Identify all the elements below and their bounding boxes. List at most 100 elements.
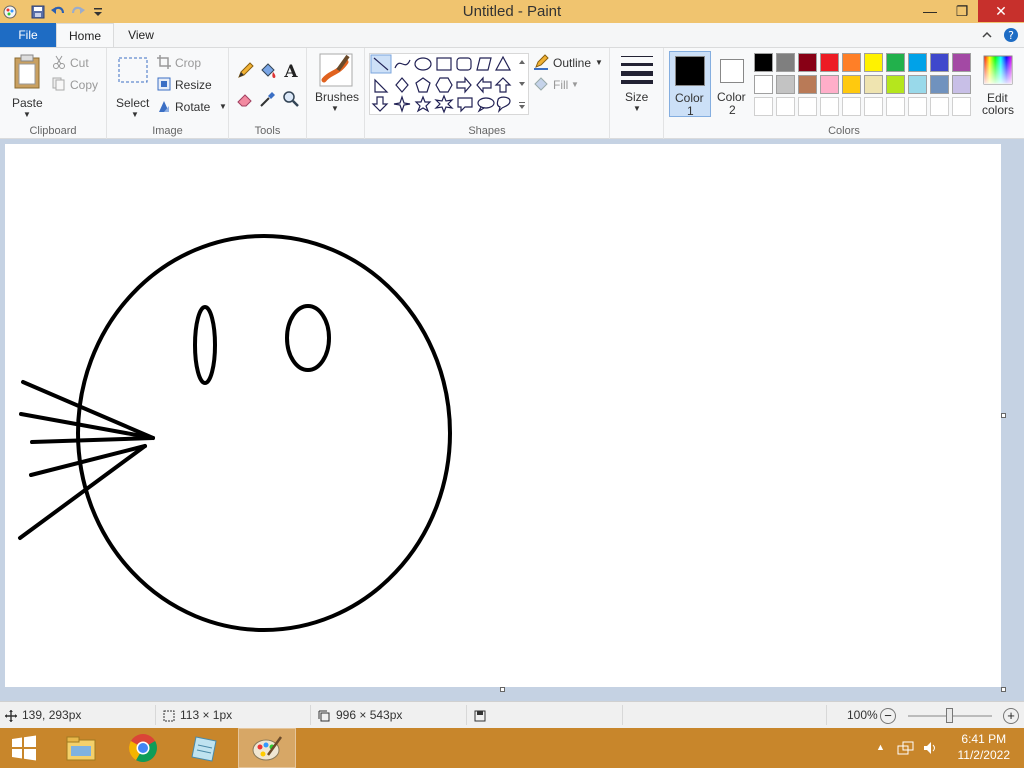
palette-color-swatch[interactable]: [798, 75, 817, 94]
palette-color-swatch[interactable]: [754, 75, 773, 94]
resize-handle-right[interactable]: [1001, 413, 1006, 418]
show-hidden-icons-icon[interactable]: ▲: [876, 742, 885, 752]
custom-color-slot[interactable]: [908, 97, 927, 116]
color2-swatch: [720, 59, 744, 83]
start-button[interactable]: [0, 728, 48, 768]
palette-color-swatch[interactable]: [864, 75, 883, 94]
palette-color-swatch[interactable]: [842, 53, 861, 72]
rotate-dropdown-icon: ▼: [219, 102, 227, 111]
resize-handle-corner[interactable]: [1001, 687, 1006, 692]
fill-bucket-icon[interactable]: [259, 62, 277, 80]
volume-icon[interactable]: [922, 740, 938, 756]
palette-color-swatch[interactable]: [886, 75, 905, 94]
minimize-ribbon-icon[interactable]: [978, 26, 996, 44]
text-tool-icon[interactable]: A: [282, 62, 300, 82]
clipboard-group: Paste ▼ Cut Copy Clipboard: [0, 48, 107, 140]
brushes-dropdown-icon: ▼: [331, 104, 339, 113]
custom-color-slot[interactable]: [754, 97, 773, 116]
drawing-canvas[interactable]: [5, 144, 1001, 687]
palette-color-swatch[interactable]: [776, 75, 795, 94]
minimize-button[interactable]: —: [914, 0, 946, 22]
color1-button[interactable]: Color 1: [669, 51, 711, 118]
palette-color-swatch[interactable]: [908, 75, 927, 94]
tools-group: A Tools: [229, 48, 307, 140]
custom-color-slot[interactable]: [886, 97, 905, 116]
outline-button[interactable]: Outline ▼: [533, 54, 605, 72]
crop-button[interactable]: Crop: [157, 54, 227, 72]
help-icon[interactable]: ?: [1002, 26, 1020, 44]
zoom-out-button[interactable]: −: [880, 708, 896, 724]
paste-button[interactable]: Paste ▼: [10, 54, 44, 119]
cut-button[interactable]: Cut: [52, 54, 102, 72]
paint-app-icon[interactable]: [0, 2, 20, 22]
tab-view[interactable]: View: [114, 23, 168, 47]
file-explorer-icon: [66, 736, 96, 761]
custom-color-slot[interactable]: [952, 97, 971, 116]
select-label: Select: [116, 96, 150, 110]
resize-button[interactable]: Resize: [157, 76, 227, 94]
ribbon: Paste ▼ Cut Copy Clipboard Select ▼ Crop…: [0, 47, 1024, 140]
palette-color-swatch[interactable]: [952, 75, 971, 94]
copy-button[interactable]: Copy: [52, 76, 102, 94]
custom-color-slot[interactable]: [820, 97, 839, 116]
palette-color-swatch[interactable]: [820, 75, 839, 94]
brushes-group[interactable]: Brushes ▼: [307, 48, 365, 140]
fill-button[interactable]: Fill ▼: [533, 76, 605, 94]
zoom-in-button[interactable]: +: [1003, 708, 1019, 724]
palette-color-swatch[interactable]: [930, 75, 949, 94]
taskbar-clock[interactable]: 6:41 PM 11/2/2022: [958, 731, 1011, 763]
ribbon-tabs: File Home View ?: [0, 23, 1024, 48]
palette-color-swatch[interactable]: [754, 53, 773, 72]
outline-label: Outline: [553, 56, 592, 70]
cursor-position-icon: [5, 710, 17, 722]
taskbar-file-explorer[interactable]: [52, 728, 110, 768]
eraser-icon[interactable]: [236, 90, 254, 108]
tab-file[interactable]: File: [0, 23, 56, 47]
palette-color-swatch[interactable]: [952, 53, 971, 72]
palette-color-swatch[interactable]: [820, 53, 839, 72]
select-button[interactable]: Select ▼: [115, 54, 157, 119]
paint-icon: [252, 736, 282, 761]
palette-color-swatch[interactable]: [842, 75, 861, 94]
brushes-label: Brushes: [315, 90, 360, 104]
rotate-button[interactable]: Rotate ▼: [157, 98, 227, 116]
custom-color-slot[interactable]: [798, 97, 817, 116]
undo-icon[interactable]: [48, 2, 68, 22]
magnifier-icon[interactable]: [282, 90, 300, 108]
svg-text:?: ?: [1008, 29, 1014, 42]
palette-color-swatch[interactable]: [930, 53, 949, 72]
resize-handle-bottom[interactable]: [500, 687, 505, 692]
edit-colors-button[interactable]: Edit colors: [976, 53, 1020, 119]
palette-color-swatch[interactable]: [908, 53, 927, 72]
palette-color-swatch[interactable]: [798, 53, 817, 72]
custom-color-slot[interactable]: [864, 97, 883, 116]
cut-label: Cut: [70, 56, 89, 70]
crop-label: Crop: [175, 56, 202, 70]
custom-color-slot[interactable]: [842, 97, 861, 116]
drawing: [18, 234, 452, 632]
color-picker-icon[interactable]: [259, 90, 277, 108]
paste-label: Paste: [12, 96, 43, 110]
pencil-icon[interactable]: [236, 62, 254, 80]
size-group[interactable]: Size ▼: [610, 48, 664, 140]
taskbar-paint[interactable]: [238, 728, 296, 768]
zoom-slider-thumb[interactable]: [946, 708, 953, 723]
redo-icon[interactable]: [68, 2, 88, 22]
customize-toolbar-icon[interactable]: [88, 2, 108, 22]
shapes-gallery[interactable]: [369, 53, 529, 115]
palette-color-swatch[interactable]: [864, 53, 883, 72]
close-button[interactable]: ✕: [978, 0, 1024, 22]
taskbar-app[interactable]: [176, 728, 234, 768]
save-icon[interactable]: [28, 2, 48, 22]
palette-color-swatch[interactable]: [886, 53, 905, 72]
tab-home[interactable]: Home: [56, 23, 114, 48]
palette-color-swatch[interactable]: [776, 53, 795, 72]
cursor-position: 139, 293px: [22, 708, 82, 722]
maximize-button[interactable]: ❐: [946, 0, 978, 22]
custom-color-slot[interactable]: [930, 97, 949, 116]
custom-color-slot[interactable]: [776, 97, 795, 116]
network-icon[interactable]: [897, 740, 915, 756]
color1-label: Color: [675, 91, 704, 105]
color2-button[interactable]: Color 2: [712, 51, 754, 117]
taskbar-chrome[interactable]: [114, 728, 172, 768]
